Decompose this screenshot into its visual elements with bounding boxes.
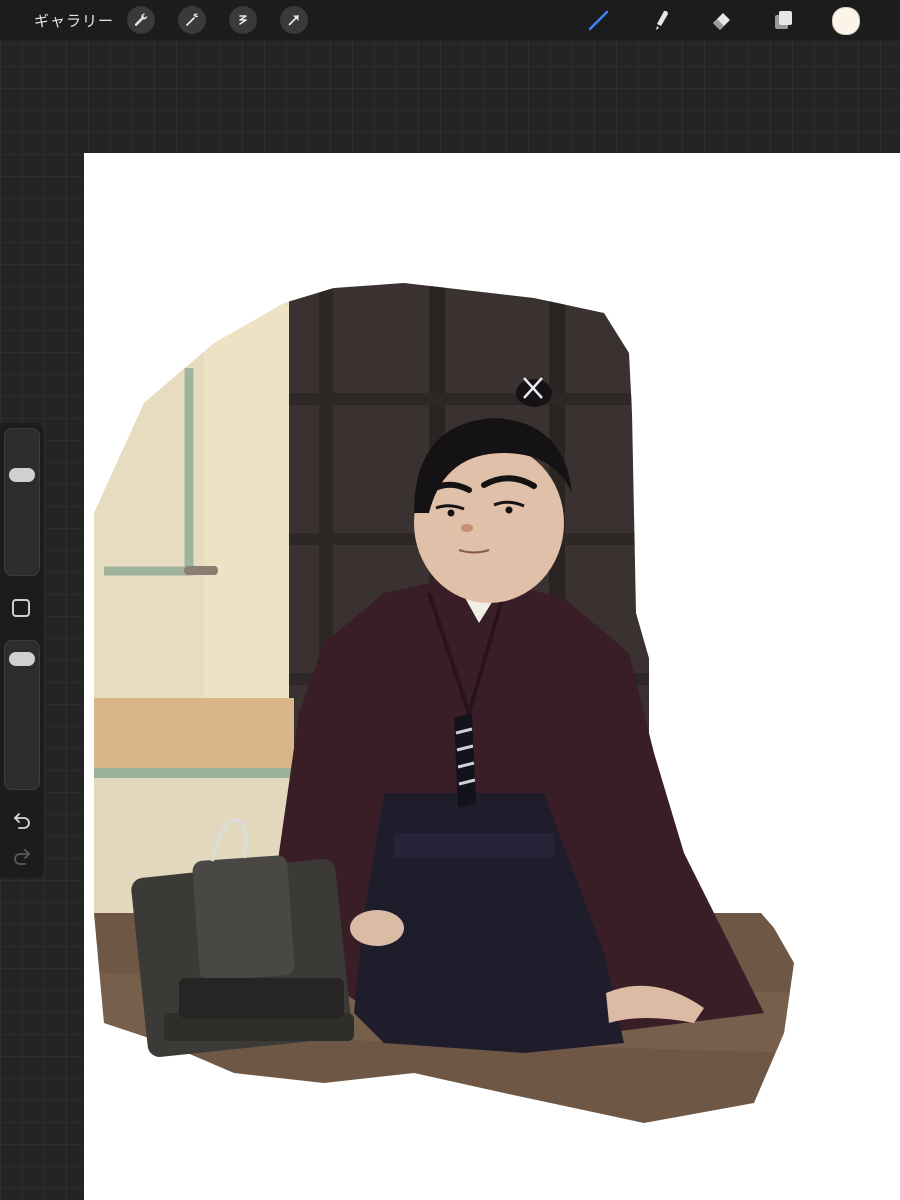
opacity-slider[interactable] — [4, 640, 40, 790]
hand-left — [350, 910, 404, 946]
magic-wand-icon[interactable] — [178, 6, 206, 34]
artwork-illustration — [94, 283, 794, 1123]
brush-size-thumb[interactable] — [9, 468, 35, 483]
layers-icon[interactable] — [770, 6, 798, 34]
transform-arrow-icon[interactable] — [280, 6, 308, 34]
smudge-icon[interactable] — [646, 6, 674, 34]
opacity-thumb[interactable] — [9, 652, 35, 667]
wrench-icon[interactable] — [127, 6, 155, 34]
undo-icon[interactable] — [11, 808, 33, 830]
selection-icon[interactable] — [229, 6, 257, 34]
redo-icon[interactable] — [11, 844, 33, 866]
drawing-canvas[interactable] — [84, 153, 900, 1200]
top-toolbar: ギャラリー — [0, 0, 900, 40]
brush-size-slider[interactable] — [4, 428, 40, 576]
eraser-icon[interactable] — [708, 6, 736, 34]
left-sidebar — [0, 423, 44, 878]
gallery-button[interactable]: ギャラリー — [34, 10, 114, 31]
modify-button[interactable] — [12, 599, 30, 617]
color-swatch-button[interactable] — [832, 7, 860, 35]
brush-icon[interactable] — [585, 6, 613, 34]
